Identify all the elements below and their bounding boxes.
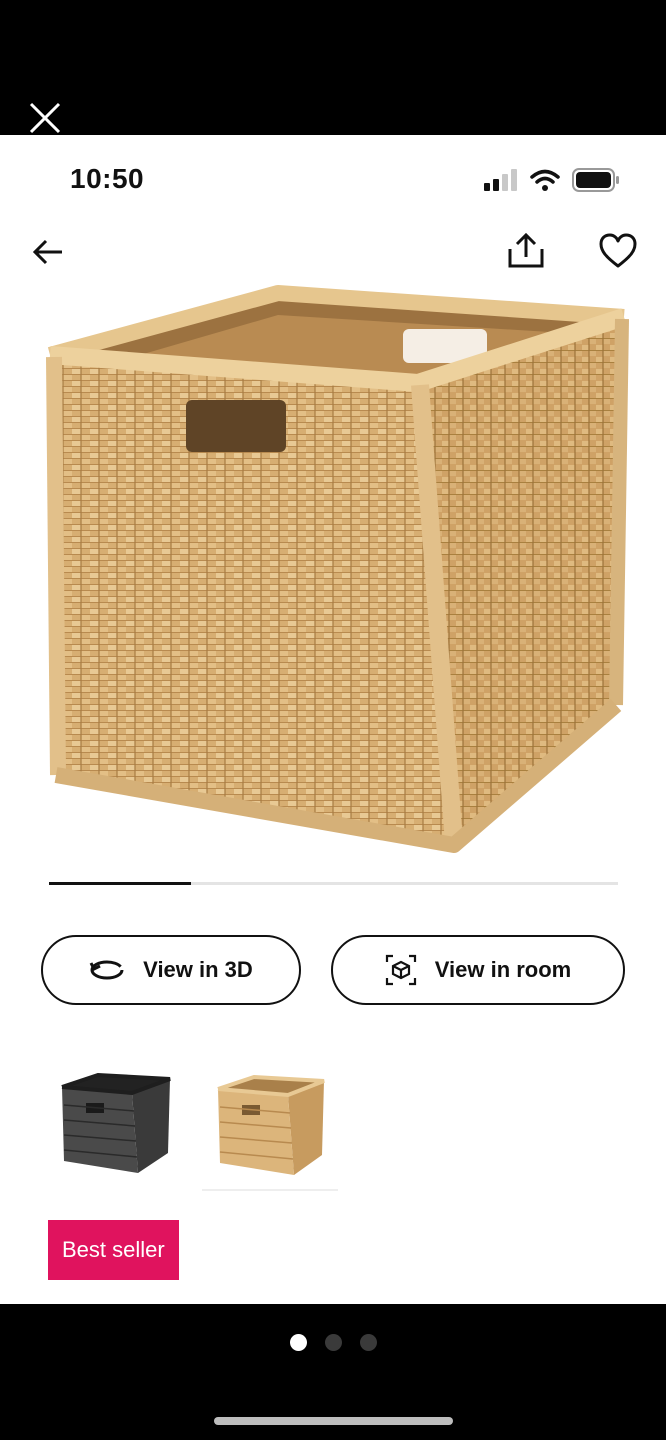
page-dot-3[interactable]: [360, 1334, 377, 1351]
viewer-bottom-bar: [0, 1304, 666, 1440]
image-gallery-progress-fill: [49, 882, 192, 885]
page-dot-1[interactable]: [290, 1334, 307, 1351]
image-gallery-progress: [49, 882, 618, 885]
color-option-natural[interactable]: [202, 1065, 338, 1191]
product-navbar: [0, 231, 666, 277]
close-icon[interactable]: [28, 101, 62, 135]
back-arrow-icon[interactable]: [32, 235, 66, 269]
page-dot-2[interactable]: [325, 1334, 342, 1351]
ar-cube-icon: [385, 954, 416, 986]
basket-thumbnail-natural: [217, 1074, 325, 1175]
view-in-room-button[interactable]: View in room: [331, 935, 625, 1005]
home-indicator[interactable]: [214, 1417, 453, 1425]
status-icons: [484, 168, 620, 192]
product-image-rattan-basket[interactable]: [36, 285, 630, 855]
rotate-3d-icon: [89, 960, 124, 980]
view-in-room-label: View in room: [434, 957, 572, 982]
status-time: 10:50: [70, 163, 145, 194]
battery-icon: [572, 168, 619, 192]
best-seller-badge: Best seller: [48, 1220, 179, 1280]
screenshot-frame: 10:50 View in 3D View in room Best selle…: [0, 135, 666, 1304]
color-option-dark-grey[interactable]: [48, 1065, 184, 1189]
viewer-top-bar: [0, 0, 666, 135]
share-icon[interactable]: [506, 231, 546, 271]
view-in-3d-button[interactable]: View in 3D: [41, 935, 301, 1005]
favorite-heart-icon[interactable]: [599, 233, 637, 269]
view-in-3d-label: View in 3D: [143, 957, 253, 982]
page-dots: [290, 1334, 377, 1351]
wifi-icon: [530, 169, 560, 191]
basket-thumbnail-dark-grey: [61, 1072, 171, 1173]
cellular-signal-icon: [484, 169, 517, 191]
